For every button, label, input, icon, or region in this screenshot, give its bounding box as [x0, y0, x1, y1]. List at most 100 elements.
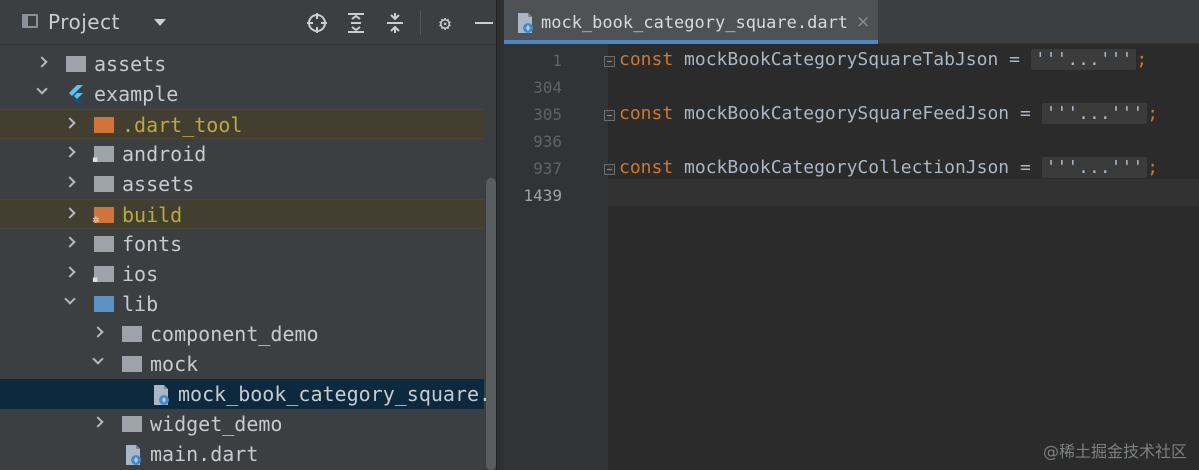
- dart-file-icon: [518, 13, 533, 33]
- code-token: mockBookCategoryCollectionJson =: [673, 157, 1042, 178]
- tree-item-label: example: [94, 82, 179, 106]
- tree-item-label: lib: [122, 292, 159, 316]
- chevron-right-icon[interactable]: [92, 326, 104, 338]
- tree-item-label: main.dart: [150, 442, 259, 466]
- folder-icon: ▪: [92, 266, 114, 285]
- keyword-token: const: [619, 157, 674, 178]
- chevron-right-icon[interactable]: [64, 207, 76, 219]
- tree-scrollbar[interactable]: [486, 178, 496, 470]
- code-line[interactable]: const mockBookCategoryCollectionJson = '…: [619, 157, 1158, 178]
- flutter-icon: [69, 85, 83, 103]
- file-item[interactable]: main.dart: [0, 439, 484, 469]
- fold-toggle-icon[interactable]: [604, 56, 615, 67]
- chevron-down-icon[interactable]: [154, 19, 166, 26]
- tree-item-label: ios: [122, 262, 159, 286]
- code-token: ;: [1136, 49, 1148, 70]
- folder-item[interactable]: lib: [0, 289, 484, 319]
- tree-item-label: mock_book_category_square.: [178, 382, 492, 406]
- tree-item-label: widget_demo: [150, 412, 283, 436]
- code-token: ;: [1147, 157, 1159, 178]
- project-view-icon: [22, 14, 38, 28]
- tree-item-label: assets: [94, 52, 167, 76]
- folder-item[interactable]: component_demo: [0, 319, 484, 349]
- folder-item[interactable]: ▪ android: [0, 139, 484, 169]
- collapse-all-icon[interactable]: [383, 11, 407, 35]
- fold-toggle-icon[interactable]: [604, 164, 615, 175]
- folder-icon: [94, 117, 114, 133]
- folder-icon: [122, 356, 142, 372]
- tree-item-label: assets: [122, 172, 195, 196]
- editor-tab-bar: mock_book_category_square.dart ×: [504, 0, 1199, 44]
- project-tool-window: Project ⚙ assets example .dart_tool ▪ androi…: [0, 0, 496, 470]
- tree-item-label: .dart_tool: [122, 113, 243, 137]
- folder-item[interactable]: ▪ ios: [0, 259, 484, 289]
- tree-item-label: mock: [150, 352, 199, 376]
- folder-icon: [122, 416, 142, 432]
- code-token: ;: [1147, 103, 1159, 124]
- folder-icon: [94, 176, 114, 192]
- code-line[interactable]: const mockBookCategorySquareTabJson = ''…: [619, 49, 1147, 70]
- line-number: 1: [552, 51, 562, 70]
- line-number: 305: [533, 105, 562, 124]
- folder-icon: [66, 56, 86, 72]
- tree-item-label: fonts: [122, 232, 183, 256]
- chevron-down-icon[interactable]: [92, 353, 104, 365]
- locate-file-icon[interactable]: [305, 11, 329, 35]
- chevron-right-icon[interactable]: [64, 117, 76, 129]
- watermark: @稀土掘金技术社区: [1042, 442, 1187, 461]
- folded-region[interactable]: '''...''': [1030, 49, 1137, 70]
- code-token: mockBookCategorySquareTabJson =: [673, 49, 1031, 70]
- chevron-right-icon[interactable]: [36, 56, 48, 68]
- fold-toggle-icon[interactable]: [604, 110, 615, 121]
- keyword-token: const: [619, 103, 674, 124]
- gear-icon[interactable]: ⚙: [433, 11, 457, 35]
- folder-icon: [94, 236, 114, 252]
- chevron-down-icon[interactable]: [36, 83, 48, 95]
- line-number-gutter: 1 304 305 936 937 1439: [504, 44, 615, 470]
- folder-item[interactable]: mock: [0, 349, 484, 379]
- folder-icon: ▪: [92, 146, 114, 165]
- folder-item[interactable]: assets: [0, 169, 484, 199]
- folder-item[interactable]: .dart_tool: [0, 109, 484, 139]
- chevron-right-icon[interactable]: [92, 416, 104, 428]
- project-title[interactable]: Project: [48, 10, 120, 34]
- line-number: 304: [533, 78, 562, 97]
- folder-item[interactable]: ✲ build: [0, 199, 484, 229]
- chevron-down-icon[interactable]: [64, 293, 76, 305]
- line-number: 1439: [523, 186, 562, 205]
- code-line[interactable]: const mockBookCategorySquareFeedJson = '…: [619, 103, 1158, 124]
- keyword-token: const: [619, 49, 674, 70]
- project-tree: assets example .dart_tool ▪ android assets ✲ bu…: [0, 45, 496, 470]
- editor-tab[interactable]: mock_book_category_square.dart ×: [504, 0, 878, 44]
- tree-item-label: build: [122, 203, 183, 227]
- code-editor: mock_book_category_square.dart × 1 304 305…: [504, 0, 1199, 470]
- project-header: Project ⚙: [0, 0, 496, 45]
- folder-item[interactable]: widget_demo: [0, 409, 484, 439]
- expand-all-icon[interactable]: [344, 11, 368, 35]
- folder-item[interactable]: assets: [0, 49, 484, 79]
- folder-icon: [122, 326, 142, 342]
- chevron-right-icon[interactable]: [64, 236, 76, 248]
- line-number: 937: [533, 159, 562, 178]
- close-icon[interactable]: ×: [856, 12, 870, 32]
- folder-icon: [94, 296, 114, 312]
- folder-icon: ✲: [92, 207, 114, 226]
- folder-item[interactable]: fonts: [0, 229, 484, 259]
- tree-item-label: component_demo: [150, 322, 319, 346]
- dart-file-icon: [126, 445, 141, 465]
- chevron-right-icon[interactable]: [64, 176, 76, 188]
- code-token: mockBookCategorySquareFeedJson =: [673, 103, 1042, 124]
- minimize-icon[interactable]: [472, 11, 496, 35]
- folded-region[interactable]: '''...''': [1041, 157, 1148, 178]
- folder-item[interactable]: example: [0, 79, 484, 109]
- folded-region[interactable]: '''...''': [1041, 103, 1148, 124]
- dart-file-icon: [154, 385, 169, 405]
- line-number: 936: [533, 132, 562, 151]
- chevron-right-icon[interactable]: [64, 266, 76, 278]
- file-item[interactable]: mock_book_category_square.: [0, 379, 491, 409]
- current-line-highlight: [608, 179, 1199, 206]
- tree-item-label: android: [122, 142, 207, 166]
- chevron-right-icon[interactable]: [64, 146, 76, 158]
- toolbar-divider: [420, 11, 421, 35]
- tab-label: mock_book_category_square.dart: [541, 13, 849, 33]
